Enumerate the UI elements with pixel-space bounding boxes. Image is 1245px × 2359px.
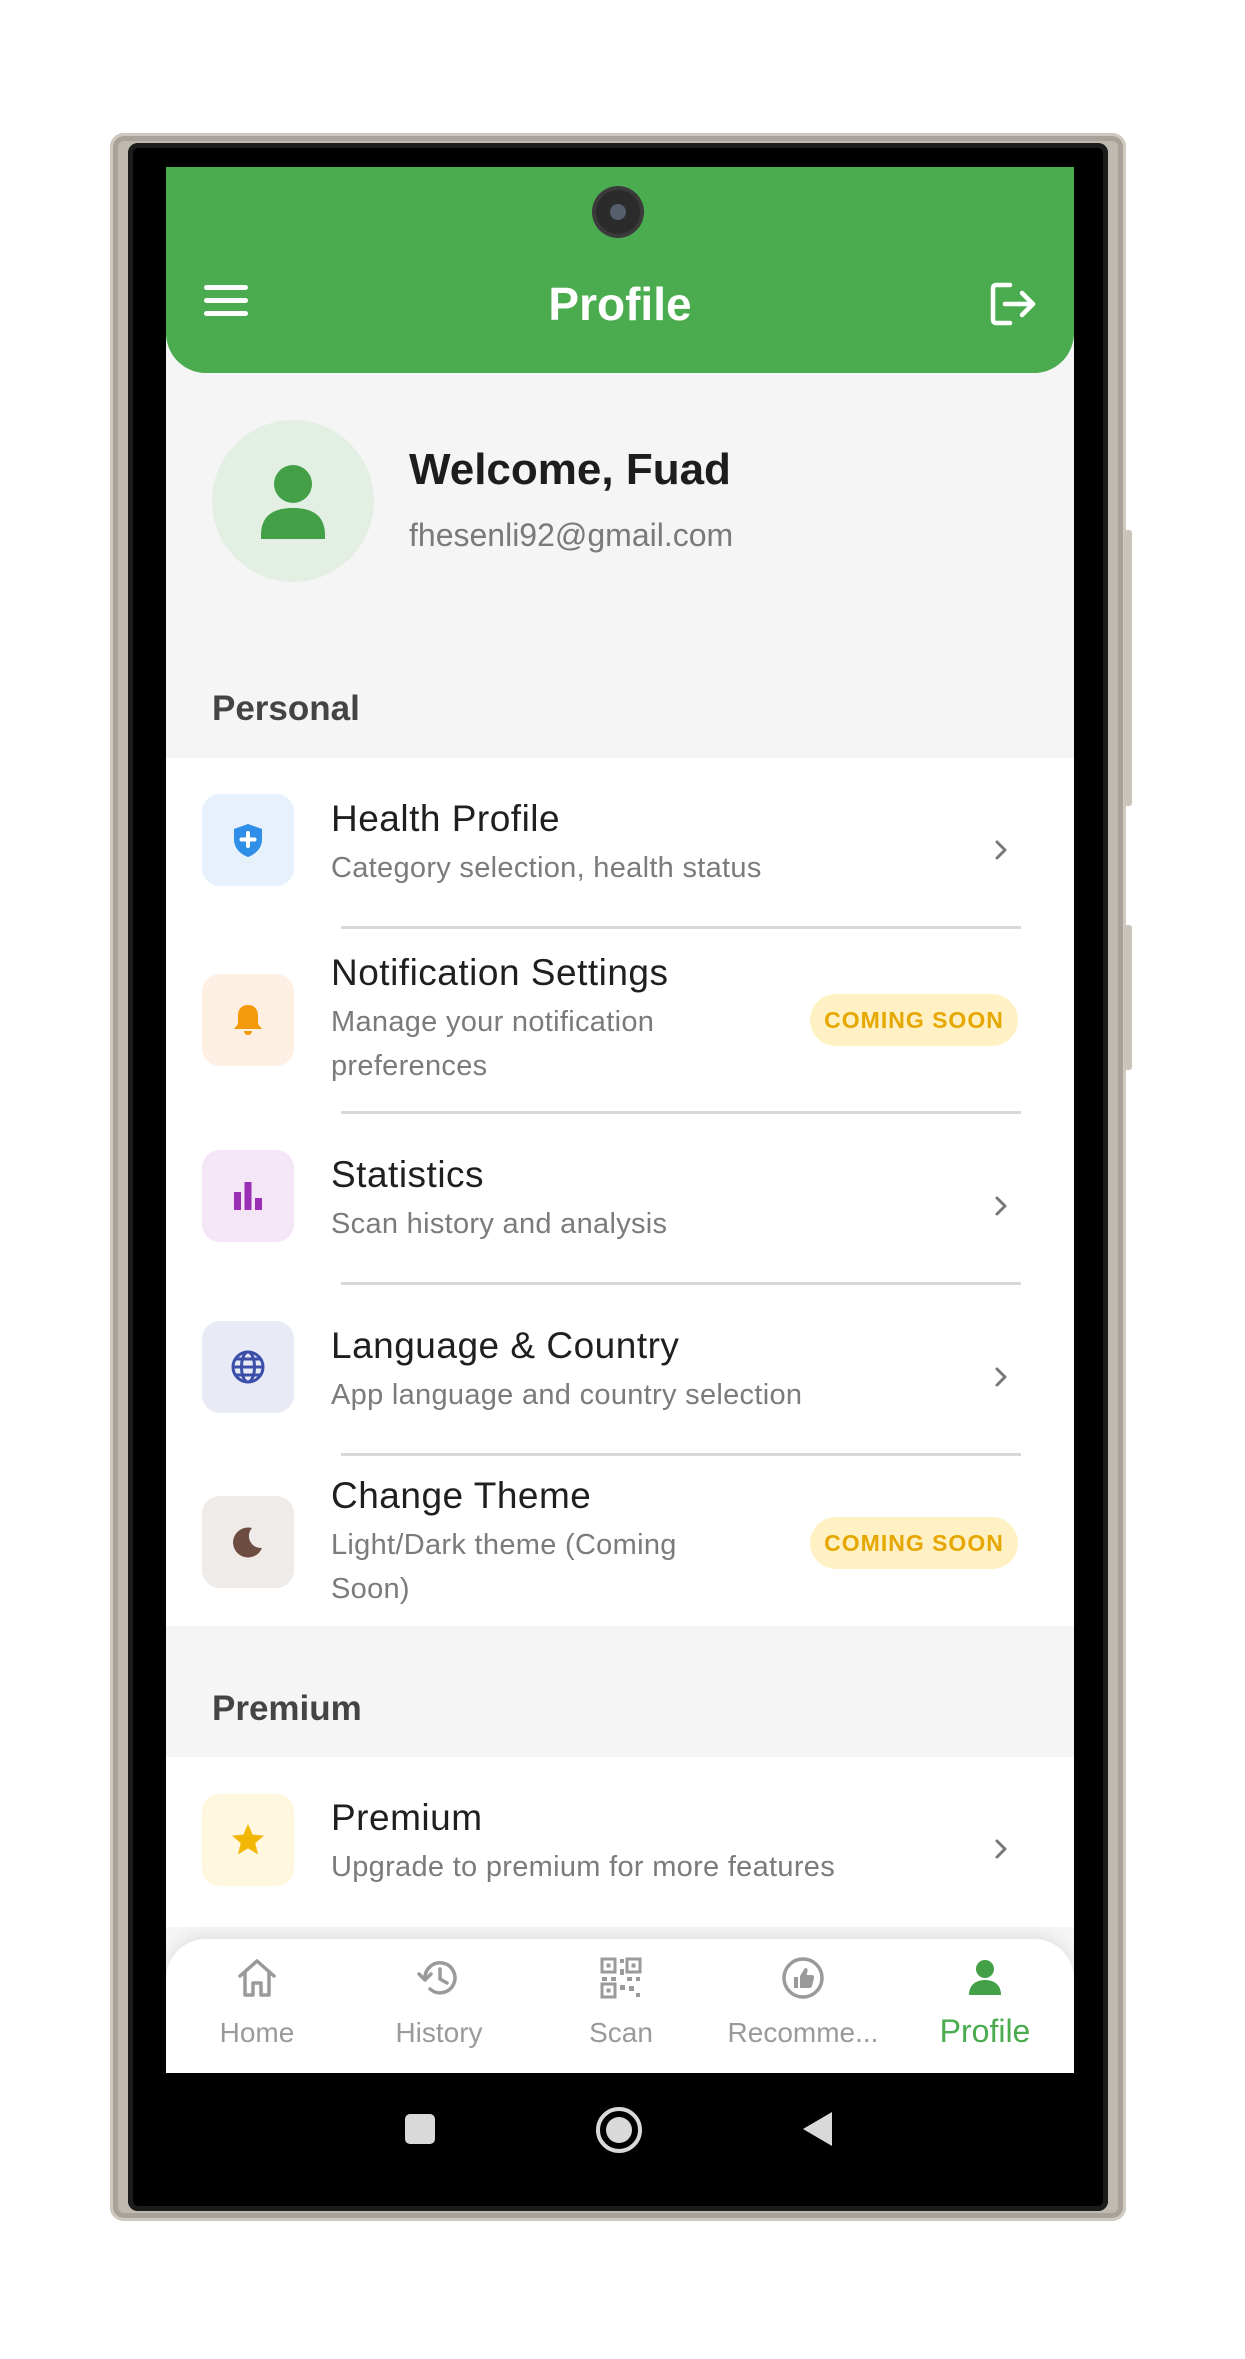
section-label-personal: Personal	[212, 689, 360, 728]
nav-label: Profile	[939, 2013, 1031, 2049]
nav-item-home[interactable]: Home	[166, 1939, 348, 2073]
list-item-subtitle: Upgrade to premium for more features	[331, 1851, 836, 1883]
avatar	[212, 420, 374, 582]
list-item-health-profile[interactable]: Health Profile Category selection, healt…	[166, 758, 1074, 926]
star-icon	[232, 1824, 264, 1855]
coming-soon-badge: COMING SOON	[810, 1517, 1018, 1569]
chevron-right-icon	[995, 1196, 1007, 1216]
nav-label: Scan	[589, 2017, 653, 2048]
app-bar: Profile	[166, 167, 1074, 373]
list-item-title: Health Profile	[331, 798, 561, 839]
premium-card: Premium Upgrade to premium for more feat…	[166, 1757, 1074, 1927]
volume-button	[1124, 530, 1132, 806]
circle-home-icon[interactable]	[594, 2105, 644, 2155]
section-label-premium: Premium	[212, 1689, 362, 1728]
nav-label: History	[395, 2017, 483, 2048]
language-icon-box	[202, 1321, 294, 1413]
list-item-subtitle-line1: Manage your notification	[331, 1006, 655, 1038]
coming-soon-badge: COMING SOON	[810, 994, 1018, 1046]
welcome-title: Welcome, Fuad	[409, 445, 731, 494]
list-item-subtitle: App language and country selection	[331, 1379, 803, 1411]
nav-item-history[interactable]: History	[348, 1939, 530, 2073]
nav-item-scan[interactable]: Scan	[530, 1939, 712, 2073]
nav-label: Recomme...	[727, 2017, 879, 2048]
list-item-statistics[interactable]: Statistics Scan history and analysis	[166, 1114, 1074, 1282]
moon-icon	[233, 1527, 262, 1558]
list-item-language-country[interactable]: Language & Country App language and coun…	[166, 1285, 1074, 1453]
chevron-right-icon	[995, 840, 1007, 860]
list-item-subtitle: Scan history and analysis	[331, 1208, 668, 1240]
list-item-title: Premium	[331, 1797, 483, 1838]
bottom-navigation-bar: Home History Scan Recomme... Profile	[166, 1939, 1074, 2073]
health-profile-icon-box	[202, 794, 294, 886]
history-icon	[417, 1961, 457, 1995]
triangle-back-icon[interactable]	[798, 2109, 838, 2149]
notification-settings-icon-box	[202, 974, 294, 1066]
power-button	[1124, 925, 1132, 1070]
list-item-subtitle-line2: preferences	[331, 1050, 488, 1082]
chevron-right-icon	[995, 1367, 1007, 1387]
nav-item-recommendations[interactable]: Recomme...	[712, 1939, 894, 2073]
list-item-premium[interactable]: Premium Upgrade to premium for more feat…	[166, 1757, 1074, 1925]
nav-item-profile[interactable]: Profile	[894, 1939, 1074, 2073]
recommendation-icon	[782, 1957, 824, 1999]
person-icon	[261, 465, 325, 539]
shield-plus-icon	[234, 824, 262, 857]
bar-chart-icon	[234, 1182, 262, 1210]
statistics-icon-box	[202, 1150, 294, 1242]
personal-settings-card: Health Profile Category selection, healt…	[166, 758, 1074, 1626]
list-item-title: Statistics	[331, 1154, 485, 1195]
list-item-notification-settings[interactable]: Notification Settings Manage your notifi…	[166, 929, 1074, 1111]
theme-icon-box	[202, 1496, 294, 1588]
nav-label: Home	[219, 2017, 295, 2048]
chevron-right-icon	[995, 1839, 1007, 1859]
list-item-change-theme[interactable]: Change Theme Light/Dark theme (Coming So…	[166, 1456, 1074, 1626]
home-icon	[238, 1959, 276, 1997]
list-item-title: Notification Settings	[331, 952, 669, 993]
premium-icon-box	[202, 1794, 294, 1886]
qr-scan-icon	[600, 1957, 642, 1999]
user-email: fhesenli92@gmail.com	[409, 517, 734, 553]
system-navigation-bar	[166, 2073, 1074, 2185]
list-item-subtitle-line2: Soon)	[331, 1573, 410, 1605]
list-item-subtitle: Category selection, health status	[331, 852, 762, 884]
list-item-title: Language & Country	[331, 1325, 680, 1366]
front-camera	[596, 190, 640, 234]
logout-icon	[990, 282, 1036, 326]
list-item-subtitle-line1: Light/Dark theme (Coming	[331, 1529, 677, 1561]
person-icon	[969, 1960, 1001, 1995]
bell-icon	[234, 1005, 262, 1035]
square-recents-icon[interactable]	[402, 2111, 438, 2147]
logout-button[interactable]	[988, 279, 1038, 329]
globe-icon	[231, 1350, 265, 1384]
app-screen: Profile Welcome, Fuad fhesenli92@gmail.c…	[166, 167, 1074, 2073]
page-title: Profile	[548, 278, 692, 330]
list-item-title: Change Theme	[331, 1475, 592, 1516]
